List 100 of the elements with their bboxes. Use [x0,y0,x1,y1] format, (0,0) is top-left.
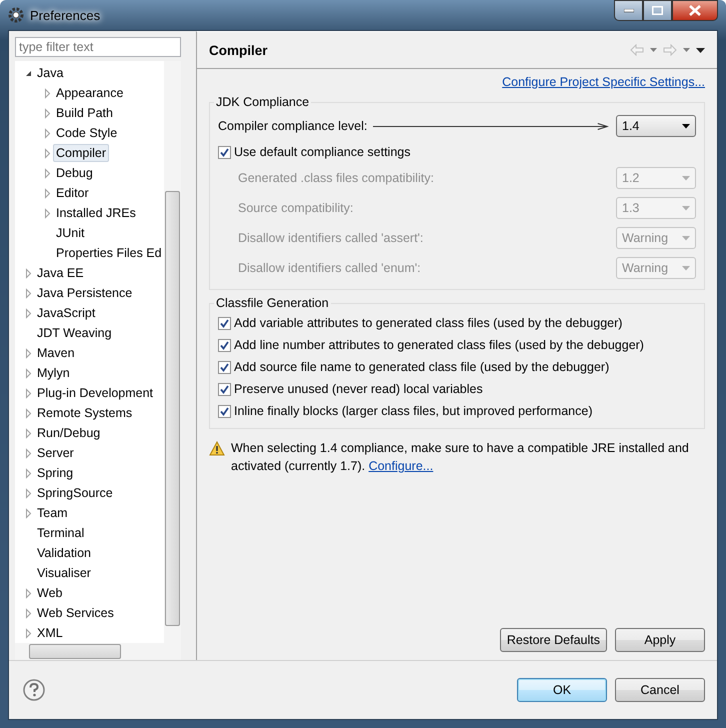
tree-item[interactable]: Remote Systems [34,404,136,422]
checkbox[interactable] [218,316,231,330]
expand-icon[interactable] [23,368,34,378]
tree-item[interactable]: JDT Weaving [34,324,115,342]
expand-icon[interactable] [42,148,53,158]
configure-link[interactable]: Configure Project Specific Settings... [502,75,705,89]
tree-item[interactable]: Terminal [34,524,88,542]
expand-icon[interactable] [23,508,34,518]
checkbox[interactable] [218,404,231,418]
page-button[interactable]: Apply [615,628,705,652]
expand-icon[interactable] [23,608,34,618]
field-label: Compiler compliance level: [218,119,368,133]
compliance-dropdown[interactable]: 1.4 [616,115,696,137]
tree-item[interactable]: SpringSource [34,484,116,502]
expand-icon[interactable] [23,408,34,418]
checkbox[interactable] [218,338,231,352]
expand-icon[interactable] [42,128,53,138]
expand-icon[interactable] [23,488,34,498]
help-icon[interactable] [23,679,45,701]
expand-icon[interactable] [42,188,53,198]
tree-item[interactable]: Web Services [34,604,117,622]
expand-icon[interactable] [23,268,34,278]
forward-arrow-icon[interactable] [663,44,677,56]
tree-item[interactable]: JavaScript [34,304,98,322]
checkbox[interactable] [218,360,231,374]
dropdown-arrow-icon [682,176,690,180]
tree-item[interactable]: Run/Debug [34,424,104,442]
filter-field[interactable]: type filter text [15,37,181,57]
warning-message: When selecting 1.4 compliance, make sure to have a compatible JRE installed and activated (currently 1.7). Configure... [231,440,690,475]
field-label: Generated .class files compatibility: [237,171,435,185]
expand-icon[interactable] [23,468,34,478]
tree-item[interactable]: Team [34,504,71,522]
maximize-button[interactable] [643,0,672,21]
vertical-scrollbar[interactable] [164,61,181,643]
tree-item[interactable]: Compiler [53,144,110,162]
expand-icon[interactable] [42,208,53,218]
expand-icon[interactable] [42,88,53,98]
tree-item[interactable]: Maven [34,344,78,362]
dialog-button[interactable]: Cancel [615,678,705,702]
close-icon [689,5,701,16]
menu-arrow-icon[interactable] [696,48,705,52]
expand-icon[interactable] [23,428,34,438]
tree-item[interactable]: Code Style [53,124,120,142]
tree-item[interactable]: Java EE [34,264,87,282]
tree-item[interactable]: Properties Files Ed [53,244,164,262]
dropdown-arrow-icon[interactable] [683,48,690,52]
checkbox-label: Inline finally blocks (larger class files, but improved performance) [234,404,592,418]
configure-link[interactable]: Configure... [368,459,434,473]
expand-icon[interactable] [23,288,34,298]
close-button[interactable] [672,0,718,21]
tree-item[interactable]: Web [34,584,66,602]
dropdown-arrow-icon [682,124,690,128]
tree-item[interactable]: Installed JREs [53,204,139,222]
expand-icon[interactable] [23,348,34,358]
field-label: Disallow identifiers called 'assert': [237,231,424,245]
expand-icon[interactable] [23,588,34,598]
tree-item[interactable]: Plug-in Development [34,384,156,402]
checkbox[interactable] [218,146,231,158]
page-title: Compiler [209,42,268,58]
dropdown-arrow-icon [682,266,690,270]
tree-item[interactable]: Server [34,444,77,462]
expand-icon[interactable] [23,308,34,318]
tree-item[interactable]: JUnit [53,224,88,242]
minimize-button[interactable] [614,0,643,21]
tree-item[interactable]: Debug [53,164,96,182]
tree-item[interactable]: Appearance [53,84,126,102]
checkbox-label: Use default compliance settings [234,145,410,159]
group-title: JDK Compliance [215,95,310,109]
warning-icon [209,441,225,456]
dialog-button[interactable]: OK [517,678,607,702]
gear-icon [8,7,24,23]
checkbox-label: Add line number attributes to generated class files (used by the debugger) [234,338,644,352]
tree-item[interactable]: Build Path [53,104,116,122]
checkbox-label: Preserve unused (never read) local variables [234,382,483,396]
minimize-icon [624,8,634,12]
maximize-icon [652,6,663,15]
checkbox[interactable] [218,382,231,396]
field-label: Disallow identifiers called 'enum': [237,261,422,275]
tree-item[interactable]: Visualiser [34,564,94,582]
tree-item[interactable]: Editor [53,184,92,202]
tree-item[interactable]: Java Persistence [34,284,136,302]
group-title: Classfile Generation [215,296,330,310]
tree-item[interactable]: Spring [34,464,76,482]
back-arrow-icon[interactable] [630,44,644,56]
expand-icon[interactable] [23,448,34,458]
horizontal-scrollbar[interactable] [15,643,181,660]
tree-item[interactable]: XML [34,624,66,642]
checkbox-label: Add source file name to generated class file (used by the debugger) [234,360,610,374]
dropdown-arrow-icon [682,236,690,240]
tree-item[interactable]: Mylyn [34,364,73,382]
checkbox-label: Add variable attributes to generated class files (used by the debugger) [234,316,622,330]
expand-icon[interactable] [23,628,34,638]
dropdown-arrow-icon[interactable] [650,48,657,52]
expand-icon[interactable] [42,168,53,178]
dropdown-arrow-icon [682,206,690,210]
tree-item[interactable]: Java [34,64,66,82]
expand-icon[interactable] [23,388,34,398]
page-button[interactable]: Restore Defaults [500,628,607,652]
tree-item[interactable]: Validation [34,544,94,562]
expand-icon[interactable] [42,108,53,118]
